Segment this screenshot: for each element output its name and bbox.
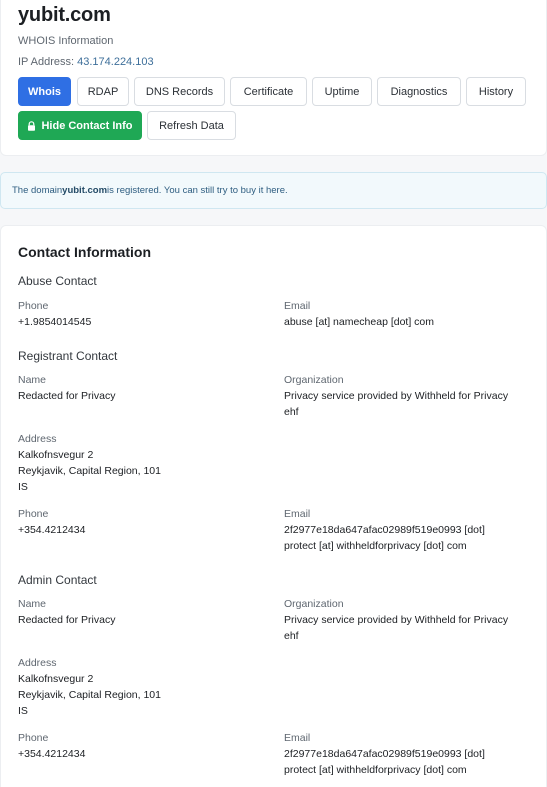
refresh-data-button[interactable]: Refresh Data <box>147 111 236 140</box>
registrant-phone-value: +354.4212434 <box>18 524 86 536</box>
notice-suffix: is registered. You can still try to buy … <box>107 185 288 196</box>
notice-prefix: The domain <box>12 185 63 196</box>
registrant-phone-label: Phone <box>18 508 49 520</box>
admin-address-line-2: Reykjavik, Capital Region, 101 <box>18 689 161 701</box>
tab-dns-records[interactable]: DNS Records <box>134 77 225 106</box>
lock-icon <box>28 120 36 131</box>
contact-title: Contact Information <box>18 244 151 260</box>
tab-certificate[interactable]: Certificate <box>230 77 307 106</box>
admin-address-value: Kalkofnsvegur 2 Reykjavik, Capital Regio… <box>18 671 268 719</box>
admin-address-line-1: Kalkofnsvegur 2 <box>18 673 94 685</box>
admin-org-label: Organization <box>284 598 344 610</box>
admin-phone-label: Phone <box>18 732 49 744</box>
hide-contact-label: Hide Contact Info <box>41 119 133 132</box>
registrant-org-value: Privacy service provided by Withheld for… <box>284 388 534 420</box>
tab-history[interactable]: History <box>466 77 526 106</box>
admin-email-line-2: protect [at] withheldforprivacy [dot] co… <box>284 764 467 776</box>
tab-diagnostics[interactable]: Diagnostics <box>377 77 461 106</box>
admin-name-value: Redacted for Privacy <box>18 614 116 626</box>
registrant-org-line-2: ehf <box>284 406 299 418</box>
admin-email-value: 2f2977e18da647afac02989f519e0993 [dot] p… <box>284 746 534 778</box>
registrant-email-label: Email <box>284 508 311 520</box>
registrant-contact-heading: Registrant Contact <box>18 349 118 363</box>
contact-card: Contact Information Abuse Contact Phone … <box>0 225 547 787</box>
registrant-org-line-1: Privacy service provided by Withheld for… <box>284 390 509 402</box>
registrant-address-value: Kalkofnsvegur 2 Reykjavik, Capital Regio… <box>18 447 268 495</box>
admin-address-label: Address <box>18 657 57 669</box>
admin-email-label: Email <box>284 732 311 744</box>
abuse-phone-value: +1.9854014545 <box>18 316 92 328</box>
ip-address-row: IP Address: 43.174.224.103 <box>18 56 154 68</box>
admin-phone-value: +354.4212434 <box>18 748 86 760</box>
admin-email-line-1: 2f2977e18da647afac02989f519e0993 [dot] <box>284 748 485 760</box>
registrant-address-line-1: Kalkofnsvegur 2 <box>18 449 94 461</box>
admin-org-line-2: ehf <box>284 630 299 642</box>
admin-address-line-3: IS <box>18 705 28 717</box>
registrant-name-label: Name <box>18 374 47 386</box>
registrant-email-value: 2f2977e18da647afac02989f519e0993 [dot] p… <box>284 522 534 554</box>
registration-notice: The domain yubit.com is registered. You … <box>0 172 547 209</box>
registrant-email-line-2: protect [at] withheldforprivacy [dot] co… <box>284 540 467 552</box>
notice-domain: yubit.com <box>62 185 108 196</box>
registrant-org-label: Organization <box>284 374 344 386</box>
registrant-email-line-1: 2f2977e18da647afac02989f519e0993 [dot] <box>284 524 485 536</box>
tab-rdap[interactable]: RDAP <box>77 77 129 106</box>
abuse-phone-label: Phone <box>18 300 49 312</box>
ip-label: IP Address: <box>18 56 75 68</box>
header-card: yubit.com WHOIS Information IP Address: … <box>0 0 547 156</box>
abuse-contact-heading: Abuse Contact <box>18 274 97 288</box>
domain-title: yubit.com <box>18 4 111 26</box>
admin-name-label: Name <box>18 598 47 610</box>
registrant-address-line-2: Reykjavik, Capital Region, 101 <box>18 465 161 477</box>
abuse-email-label: Email <box>284 300 311 312</box>
admin-org-value: Privacy service provided by Withheld for… <box>284 612 534 644</box>
admin-contact-heading: Admin Contact <box>18 573 97 587</box>
tab-whois[interactable]: Whois <box>18 77 71 106</box>
admin-org-line-1: Privacy service provided by Withheld for… <box>284 614 509 626</box>
hide-contact-button[interactable]: Hide Contact Info <box>18 111 142 140</box>
registrant-address-line-3: IS <box>18 481 28 493</box>
registrant-address-label: Address <box>18 433 57 445</box>
tab-uptime[interactable]: Uptime <box>312 77 372 106</box>
registrant-name-value: Redacted for Privacy <box>18 390 116 402</box>
abuse-email-value: abuse [at] namecheap [dot] com <box>284 316 435 328</box>
page-subtitle: WHOIS Information <box>18 35 114 47</box>
ip-value: 43.174.224.103 <box>77 56 154 68</box>
